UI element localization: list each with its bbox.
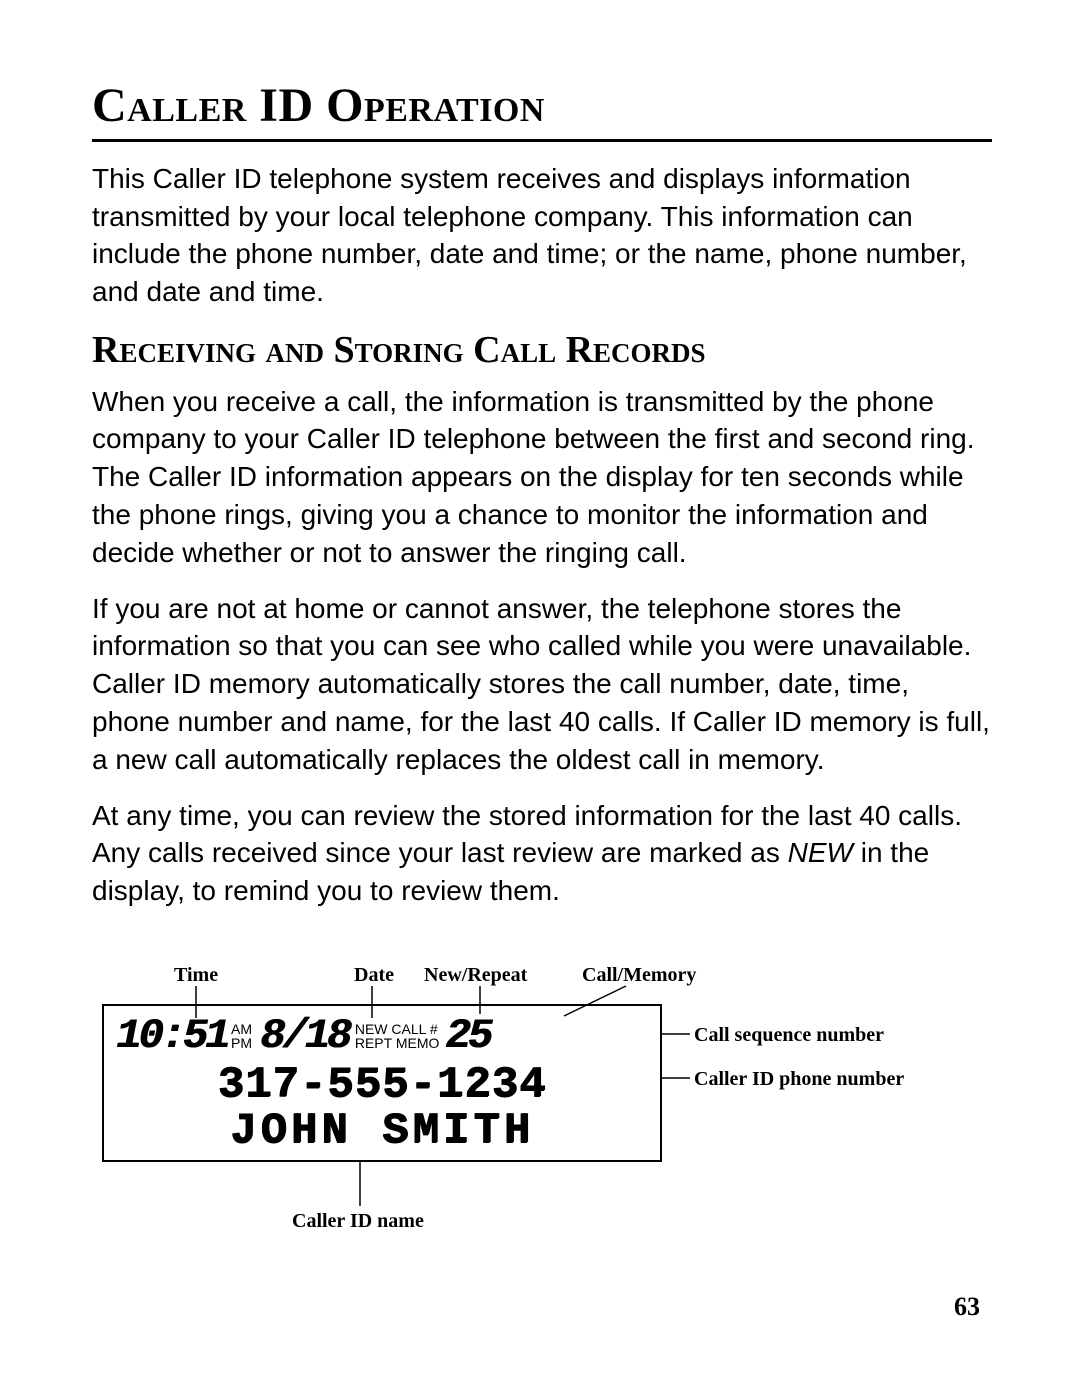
page-number: 63 — [954, 1292, 980, 1322]
lcd-diagram: Time Date New/Repeat Call/Memory Call se… — [102, 940, 1002, 1260]
label-caller-id-name: Caller ID name — [292, 1210, 424, 1233]
lcd-sequence-number: 25 — [445, 1012, 489, 1060]
label-date: Date — [354, 964, 394, 987]
lcd-pm: PM — [231, 1036, 252, 1050]
lcd-indicators: NEW CALL # REPT MEMO — [355, 1022, 440, 1050]
label-call-sequence: Call sequence number — [694, 1024, 884, 1047]
paragraph-2: When you receive a call, the information… — [92, 383, 992, 572]
subsection-heading: Receiving and Storing Call Records — [92, 329, 992, 373]
page-title: Caller ID Operation — [92, 80, 992, 133]
lcd-ampm: AM PM — [231, 1022, 252, 1050]
title-rule — [92, 139, 992, 142]
paragraph-3: If you are not at home or cannot answer,… — [92, 590, 992, 779]
label-time: Time — [174, 964, 218, 987]
intro-paragraph: This Caller ID telephone system receives… — [92, 160, 992, 311]
lcd-phone-number: 317-555-1234 — [104, 1060, 660, 1110]
lcd-memo: MEMO — [396, 1035, 440, 1051]
lcd-time: 10:51 — [116, 1012, 227, 1060]
paragraph-4: At any time, you can review the stored i… — [92, 797, 992, 910]
lcd-date: 8/18 — [260, 1012, 349, 1060]
lcd-caller-name: JOHN SMITH — [104, 1106, 660, 1156]
label-new-repeat: New/Repeat — [424, 964, 527, 987]
lcd-rept: REPT — [355, 1035, 392, 1051]
lcd-am: AM — [231, 1022, 252, 1036]
label-call-memory: Call/Memory — [582, 964, 696, 987]
label-caller-id-phone: Caller ID phone number — [694, 1068, 904, 1091]
lcd-screen: 10:51 AM PM 8/18 NEW CALL # REPT MEMO 25… — [102, 1004, 662, 1162]
new-marker: NEW — [788, 837, 853, 868]
